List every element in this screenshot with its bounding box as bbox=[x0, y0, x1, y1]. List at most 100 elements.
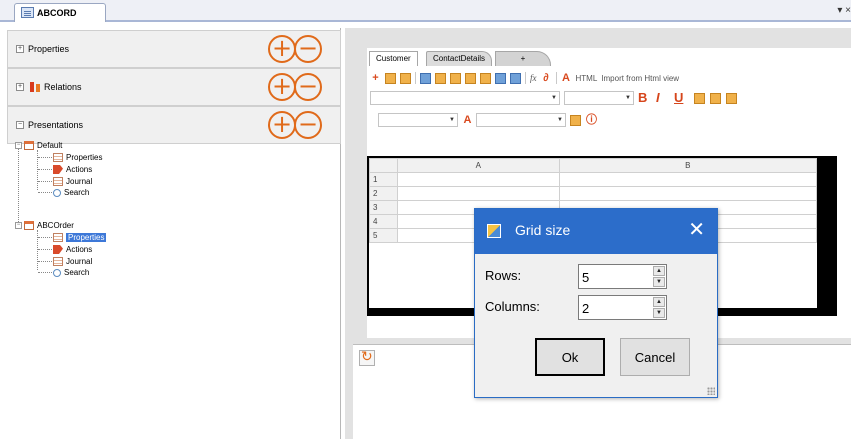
fill-color-icon[interactable] bbox=[570, 115, 581, 126]
cell[interactable] bbox=[558, 186, 818, 201]
add-control-icon[interactable]: + bbox=[370, 72, 381, 84]
journal-icon bbox=[53, 257, 63, 266]
cell[interactable] bbox=[558, 172, 818, 187]
tree-item-label: Journal bbox=[66, 257, 93, 266]
text-style-icon[interactable]: A bbox=[561, 72, 572, 84]
insert-column-left-icon[interactable] bbox=[465, 72, 476, 84]
dialog-titlebar[interactable]: Grid size ✕ bbox=[475, 209, 717, 254]
add-tab-button[interactable]: + bbox=[495, 51, 551, 66]
row-header[interactable]: 2 bbox=[369, 186, 398, 201]
resize-grip-icon[interactable] bbox=[707, 387, 715, 395]
column-header-b[interactable]: B bbox=[558, 158, 818, 173]
link-icon[interactable]: ∂ bbox=[541, 72, 552, 84]
columns-increment-icon[interactable]: ▲ bbox=[653, 297, 665, 307]
cell[interactable] bbox=[396, 186, 560, 201]
remove-property-icon[interactable]: − bbox=[294, 35, 322, 63]
add-relation-icon[interactable]: + bbox=[268, 73, 296, 101]
font-color-icon[interactable]: A bbox=[462, 115, 473, 126]
tree-item-journal[interactable]: Journal bbox=[53, 176, 92, 187]
actions-icon bbox=[53, 165, 63, 174]
document-icon bbox=[21, 7, 34, 18]
insert-icon[interactable] bbox=[385, 72, 396, 84]
add-property-icon[interactable]: + bbox=[268, 35, 296, 63]
actions-icon bbox=[53, 245, 63, 254]
collapse-icon[interactable]: − bbox=[16, 121, 24, 129]
formula-icon[interactable]: fx bbox=[530, 73, 537, 83]
font-name-dropdown[interactable]: ▼ bbox=[370, 91, 560, 105]
tree-node-label: ABCOrder bbox=[37, 221, 74, 230]
section-presentations[interactable]: − Presentations + − bbox=[7, 106, 341, 144]
italic-button[interactable]: I bbox=[656, 90, 660, 105]
dialog-title: Grid size bbox=[515, 222, 571, 238]
tree-item-properties-selected[interactable]: Properties bbox=[53, 232, 107, 243]
tree-item-label: Search bbox=[64, 268, 90, 277]
section-properties[interactable]: + Properties + − bbox=[7, 30, 341, 68]
document-tab-abcord[interactable]: ABCORD bbox=[14, 3, 106, 22]
tree-node-default[interactable]: − Default bbox=[15, 140, 62, 151]
cell[interactable] bbox=[396, 172, 560, 187]
import-html-button[interactable]: Import from Html view bbox=[601, 74, 679, 83]
tree-item-properties[interactable]: Properties bbox=[53, 152, 102, 163]
add-presentation-icon[interactable]: + bbox=[268, 111, 296, 139]
collapse-icon[interactable]: − bbox=[15, 222, 22, 229]
presentation-icon bbox=[24, 221, 34, 230]
close-icon[interactable]: ✕ bbox=[688, 218, 705, 240]
document-tab-label: ABCORD bbox=[37, 8, 77, 18]
html-button[interactable]: HTML bbox=[576, 74, 598, 83]
properties-icon bbox=[53, 153, 63, 162]
table-row: 1 bbox=[369, 172, 818, 187]
style-dropdown[interactable]: ▼ bbox=[378, 113, 458, 127]
align-right-icon[interactable] bbox=[726, 93, 737, 104]
split-cells-icon[interactable] bbox=[510, 72, 521, 84]
window-controls[interactable]: ▾ × bbox=[837, 5, 851, 16]
row-header[interactable]: 4 bbox=[369, 214, 398, 229]
columns-input[interactable] bbox=[582, 299, 642, 317]
row-header[interactable]: 1 bbox=[369, 172, 398, 187]
underline-button[interactable]: U bbox=[674, 90, 683, 105]
expand-icon[interactable]: + bbox=[16, 45, 24, 53]
tree-node-label: Default bbox=[37, 141, 63, 150]
section-relations[interactable]: + Relations + − bbox=[7, 68, 341, 106]
bold-button[interactable]: B bbox=[638, 90, 647, 105]
tree-item-search[interactable]: Search bbox=[53, 187, 89, 198]
tab-contactdetails[interactable]: ContactDetails bbox=[426, 51, 493, 66]
cancel-button[interactable]: Cancel bbox=[620, 338, 690, 376]
font-size-dropdown[interactable]: ▼ bbox=[564, 91, 634, 105]
tree-item-actions[interactable]: Actions bbox=[53, 244, 92, 255]
paste-icon[interactable] bbox=[400, 72, 411, 84]
remove-presentation-icon[interactable]: − bbox=[294, 111, 322, 139]
insert-row-above-icon[interactable] bbox=[435, 72, 446, 84]
align-left-icon[interactable] bbox=[694, 93, 705, 104]
collapse-icon[interactable]: − bbox=[15, 142, 22, 149]
rows-decrement-icon[interactable]: ▼ bbox=[653, 277, 665, 287]
tree-item-search[interactable]: Search bbox=[53, 267, 89, 278]
insert-row-below-icon[interactable] bbox=[450, 72, 461, 84]
remove-relation-icon[interactable]: − bbox=[294, 73, 322, 101]
merge-cells-icon[interactable] bbox=[495, 72, 506, 84]
tree-item-actions[interactable]: Actions bbox=[53, 164, 92, 175]
rows-stepper[interactable]: ▲ ▼ bbox=[578, 264, 667, 289]
rows-label: Rows: bbox=[485, 268, 522, 283]
properties-icon bbox=[53, 233, 63, 242]
refresh-icon[interactable] bbox=[359, 349, 375, 366]
grid-icon[interactable] bbox=[420, 72, 431, 84]
tree-node-abcorder[interactable]: − ABCOrder bbox=[15, 220, 74, 231]
columns-decrement-icon[interactable]: ▼ bbox=[653, 308, 665, 318]
expand-icon[interactable]: + bbox=[16, 83, 24, 91]
info-icon[interactable]: ⓘ bbox=[586, 115, 597, 126]
columns-stepper[interactable]: ▲ ▼ bbox=[578, 295, 667, 320]
row-header[interactable]: 5 bbox=[369, 228, 398, 243]
ok-button[interactable]: Ok bbox=[535, 338, 605, 376]
column-header-a[interactable]: A bbox=[396, 158, 560, 173]
row-header[interactable]: 3 bbox=[369, 200, 398, 215]
insert-column-right-icon[interactable] bbox=[480, 72, 491, 84]
tree-item-journal[interactable]: Journal bbox=[53, 256, 92, 267]
align-center-icon[interactable] bbox=[710, 93, 721, 104]
tab-customer[interactable]: Customer bbox=[369, 51, 418, 66]
rows-increment-icon[interactable]: ▲ bbox=[653, 266, 665, 276]
designer-toolbar: + fx ∂ A HTML Import from Html view bbox=[370, 70, 851, 86]
color-dropdown[interactable]: ▼ bbox=[476, 113, 566, 127]
tree-item-label: Actions bbox=[66, 165, 93, 174]
grid-size-icon bbox=[487, 224, 501, 238]
rows-input[interactable] bbox=[582, 268, 642, 286]
